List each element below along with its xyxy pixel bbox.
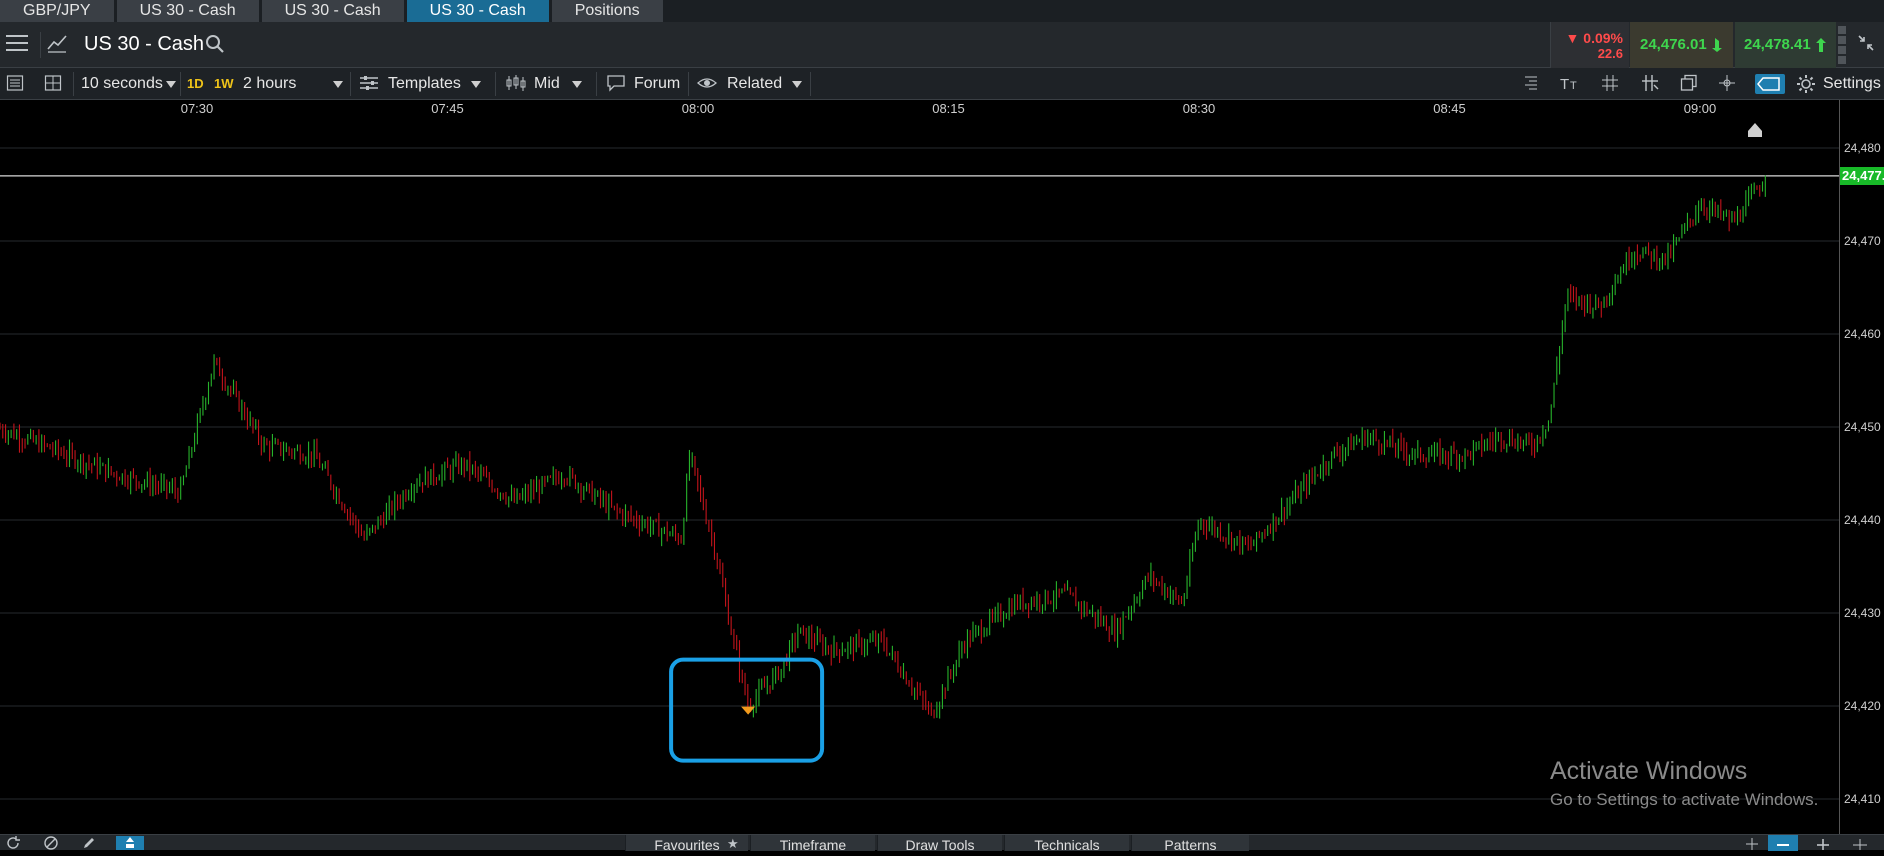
reset-zoom-icon[interactable] bbox=[1852, 836, 1870, 851]
price-tick-label: 24,410 bbox=[1844, 792, 1881, 806]
settings-gear-icon[interactable] bbox=[1796, 74, 1818, 94]
sell-price: 24,476.01 bbox=[1640, 36, 1707, 53]
refresh-icon[interactable] bbox=[6, 836, 24, 850]
eye-icon[interactable] bbox=[697, 74, 719, 94]
buy-price-button[interactable]: 24,478.41 bbox=[1735, 22, 1836, 68]
related-button[interactable]: Related bbox=[727, 68, 782, 100]
price-tick-label: 24,430 bbox=[1844, 606, 1881, 620]
scroll-to-latest-icon bbox=[1748, 123, 1762, 137]
collapse-icon[interactable] bbox=[1856, 33, 1876, 58]
instrument-header: US 30 - Cash ▼ 0.09% 22.6 24,476.01 24,4… bbox=[0, 22, 1884, 68]
bottom-toolbar: Favourites Timeframe Draw Tools Technicals P… bbox=[0, 834, 1884, 851]
price-change-box: ▼ 0.09% 22.6 bbox=[1550, 22, 1629, 68]
time-tick-label: 07:45 bbox=[431, 101, 464, 116]
up-trend-arrow-icon bbox=[1815, 36, 1827, 53]
svg-text:T: T bbox=[1570, 80, 1577, 92]
price-chart[interactable] bbox=[0, 116, 1839, 834]
time-tick-label: 09:00 bbox=[1683, 101, 1717, 116]
time-tick-label: 08:00 bbox=[681, 101, 715, 116]
settings-button[interactable]: Settings bbox=[1823, 68, 1881, 100]
move-tool-icon[interactable] bbox=[116, 836, 144, 850]
bottom-tab-draw-tools[interactable]: Draw Tools bbox=[877, 835, 1002, 851]
price-tick-label: 24,480 bbox=[1844, 141, 1881, 155]
price-axis[interactable]: 24,477. 24,410 24,420 24,430 24,440 24,450 24… bbox=[1839, 100, 1884, 834]
zoom-in-icon[interactable] bbox=[1815, 836, 1833, 851]
time-tick-label: 08:15 bbox=[932, 101, 965, 116]
candlestick-icon[interactable] bbox=[505, 74, 527, 94]
interval-select[interactable]: 10 seconds bbox=[81, 68, 163, 100]
price-tick-label: 24,450 bbox=[1844, 420, 1881, 434]
forum-icon[interactable] bbox=[606, 74, 628, 94]
indicators-icon[interactable] bbox=[1522, 74, 1544, 94]
bottom-tab-technicals[interactable]: Technicals bbox=[1004, 835, 1129, 851]
tab-4[interactable]: Positions bbox=[551, 0, 663, 22]
copy-icon[interactable] bbox=[1680, 74, 1702, 94]
no-symbol-icon[interactable] bbox=[44, 836, 62, 850]
quantity-level-icon[interactable] bbox=[1838, 26, 1846, 64]
line-chart-icon[interactable] bbox=[40, 32, 70, 58]
sell-price-button[interactable]: 24,476.01 bbox=[1630, 22, 1733, 68]
search-icon[interactable] bbox=[205, 34, 225, 59]
forum-button[interactable]: Forum bbox=[634, 68, 680, 100]
grid-icon[interactable] bbox=[1601, 74, 1623, 94]
change-points: 22.6 bbox=[1597, 46, 1623, 61]
instrument-name[interactable]: US 30 - Cash bbox=[84, 33, 204, 56]
period-1d-button[interactable]: 1D bbox=[187, 68, 204, 100]
down-arrow-icon: ▼ bbox=[1565, 30, 1584, 46]
change-percent: 0.09% bbox=[1583, 30, 1623, 46]
crosshair-icon[interactable] bbox=[1718, 74, 1740, 94]
text-size-icon[interactable]: TT bbox=[1560, 74, 1582, 94]
watermark-subtitle: Go to Settings to activate Windows. bbox=[1550, 790, 1819, 809]
time-tick-label: 08:45 bbox=[1433, 101, 1466, 116]
chart-toolbar: 10 seconds 1D 1W 2 hours Templates Mid F… bbox=[0, 68, 1884, 100]
price-tick-label: 24,420 bbox=[1844, 699, 1881, 713]
crosshair-grid-icon[interactable] bbox=[1641, 74, 1663, 94]
zoom-out-icon[interactable] bbox=[1768, 835, 1798, 851]
templates-icon[interactable] bbox=[359, 74, 381, 94]
instrument-tabs: GBP/JPY US 30 - Cash US 30 - Cash US 30 - C… bbox=[0, 0, 1884, 22]
price-tick-label: 24,470 bbox=[1844, 234, 1881, 248]
menu-icon[interactable] bbox=[6, 35, 28, 53]
favourite-star-icon[interactable]: ★ bbox=[727, 836, 745, 851]
svg-text:T: T bbox=[1560, 76, 1569, 92]
tab-2[interactable]: US 30 - Cash bbox=[261, 0, 404, 22]
time-axis: 07:30 07:45 08:00 08:15 08:30 08:45 09:00 bbox=[0, 100, 1839, 116]
bottom-tab-patterns[interactable]: Patterns bbox=[1131, 835, 1249, 851]
time-tick-label: 08:30 bbox=[1182, 101, 1216, 116]
pencil-icon[interactable] bbox=[82, 836, 100, 850]
bottom-tab-timeframe[interactable]: Timeframe bbox=[750, 835, 875, 851]
add-alert-icon[interactable] bbox=[1744, 836, 1762, 850]
down-trend-arrow-icon bbox=[1711, 36, 1723, 53]
tab-0[interactable]: GBP/JPY bbox=[0, 0, 114, 22]
list-icon[interactable] bbox=[6, 74, 28, 94]
tab-3[interactable]: US 30 - Cash bbox=[406, 0, 549, 22]
price-tick-label: 24,460 bbox=[1844, 327, 1881, 341]
period-1w-button[interactable]: 1W bbox=[214, 68, 234, 100]
tab-1[interactable]: US 30 - Cash bbox=[116, 0, 259, 22]
templates-button[interactable]: Templates bbox=[388, 68, 461, 100]
windows-activation-watermark: Activate Windows Go to Settings to activ… bbox=[1550, 757, 1818, 810]
layout-icon[interactable] bbox=[44, 74, 66, 94]
buy-price: 24,478.41 bbox=[1744, 36, 1811, 53]
price-type-select[interactable]: Mid bbox=[534, 68, 560, 100]
current-price-tag: 24,477. bbox=[1840, 166, 1884, 185]
time-tick-label: 07:30 bbox=[180, 101, 214, 116]
price-tick-label: 24,440 bbox=[1844, 513, 1881, 527]
range-select[interactable]: 2 hours bbox=[243, 68, 296, 100]
watermark-title: Activate Windows bbox=[1550, 757, 1748, 785]
price-tag-icon[interactable] bbox=[1755, 74, 1785, 94]
